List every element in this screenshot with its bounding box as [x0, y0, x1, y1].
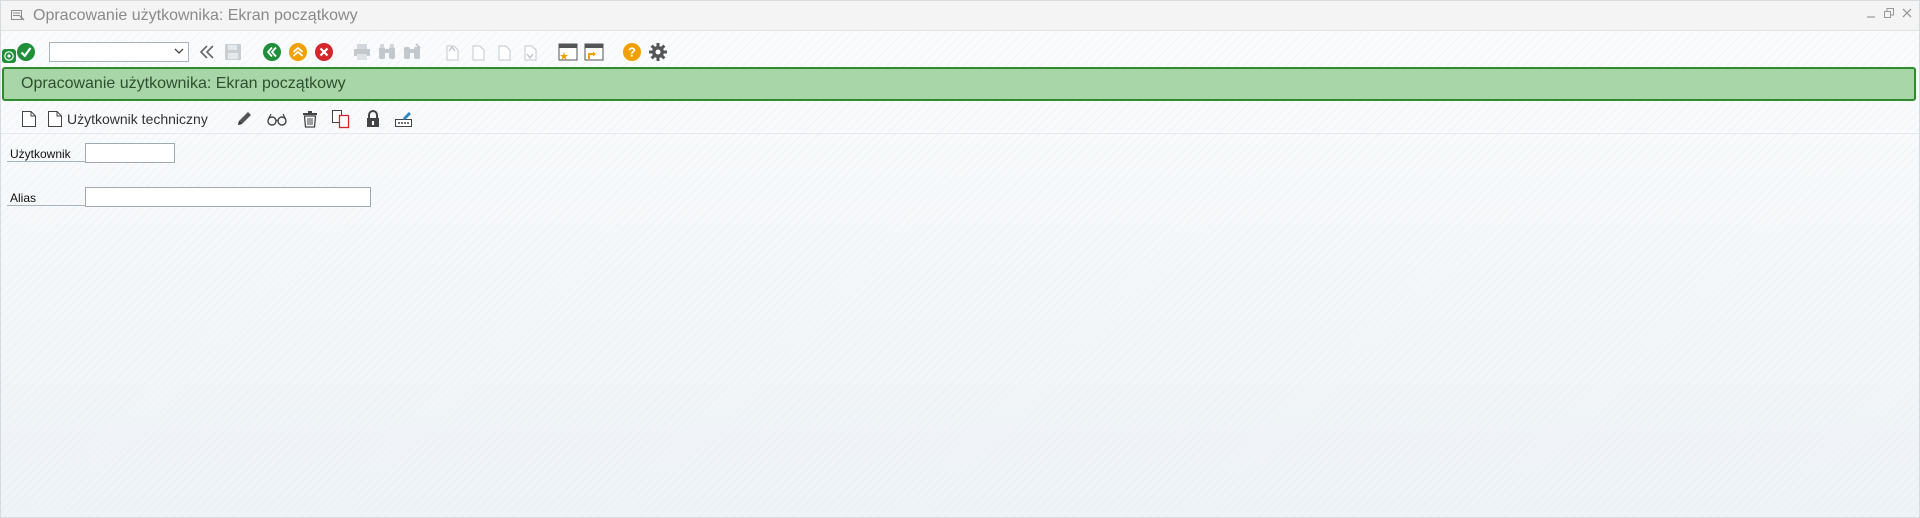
technical-user-button[interactable]: Użytkownik techniczny: [47, 108, 208, 130]
next-page-icon: [493, 41, 515, 63]
command-input[interactable]: [50, 43, 174, 61]
copy-icon[interactable]: [330, 108, 352, 130]
create-document-icon[interactable]: [18, 108, 40, 130]
back-icon[interactable]: [261, 41, 283, 63]
sap-window: Opracowanie użytkownika: Ekran początkow…: [0, 0, 1920, 518]
restore-icon[interactable]: [1881, 5, 1897, 21]
alias-label-underline: [7, 205, 85, 206]
create-session-icon[interactable]: [557, 41, 579, 63]
user-label: Użytkownik: [10, 147, 71, 161]
close-icon[interactable]: [1899, 5, 1915, 21]
collapse-icon[interactable]: [196, 41, 218, 63]
cancel-icon[interactable]: [313, 41, 335, 63]
technical-user-document-icon: [48, 111, 62, 127]
window-menu-icon[interactable]: [9, 7, 27, 25]
chevron-down-icon[interactable]: [173, 45, 185, 60]
find-icon: [376, 41, 398, 63]
settings-icon[interactable]: [647, 41, 669, 63]
help-icon[interactable]: ?: [621, 41, 643, 63]
alias-label: Alias: [10, 191, 37, 205]
last-page-icon: [519, 41, 541, 63]
svg-text:?: ?: [628, 45, 636, 60]
exit-icon[interactable]: [287, 41, 309, 63]
alias-input[interactable]: [86, 188, 370, 206]
find-next-icon: [401, 41, 423, 63]
window-controls: [1863, 5, 1915, 21]
first-page-icon: [441, 41, 463, 63]
user-field[interactable]: [85, 143, 175, 163]
page-title: Opracowanie użytkownika: Ekran początkow…: [21, 75, 346, 92]
enter-check-icon[interactable]: [15, 41, 37, 63]
save-icon: [222, 41, 244, 63]
change-pencil-icon[interactable]: [233, 108, 255, 130]
application-toolbar: Użytkownik techniczny: [1, 105, 1919, 134]
create-shortcut-icon[interactable]: [583, 41, 605, 63]
print-icon: [351, 41, 373, 63]
window-title: Opracowanie użytkownika: Ekran początkow…: [33, 6, 358, 24]
change-password-icon[interactable]: [393, 108, 415, 130]
alias-field[interactable]: [85, 187, 371, 207]
user-label-underline: [7, 161, 85, 162]
display-glasses-icon[interactable]: [265, 108, 289, 130]
system-toolbar: ?: [1, 39, 1919, 67]
user-input[interactable]: [86, 144, 174, 162]
previous-page-icon: [467, 41, 489, 63]
command-field[interactable]: [49, 42, 189, 62]
technical-user-label: Użytkownik techniczny: [67, 111, 208, 127]
minimize-icon[interactable]: [1863, 5, 1879, 21]
page-header: Opracowanie użytkownika: Ekran początkow…: [2, 67, 1916, 101]
lock-icon[interactable]: [362, 108, 384, 130]
delete-trash-icon[interactable]: [299, 108, 321, 130]
title-bar: Opracowanie użytkownika: Ekran początkow…: [1, 1, 1919, 31]
